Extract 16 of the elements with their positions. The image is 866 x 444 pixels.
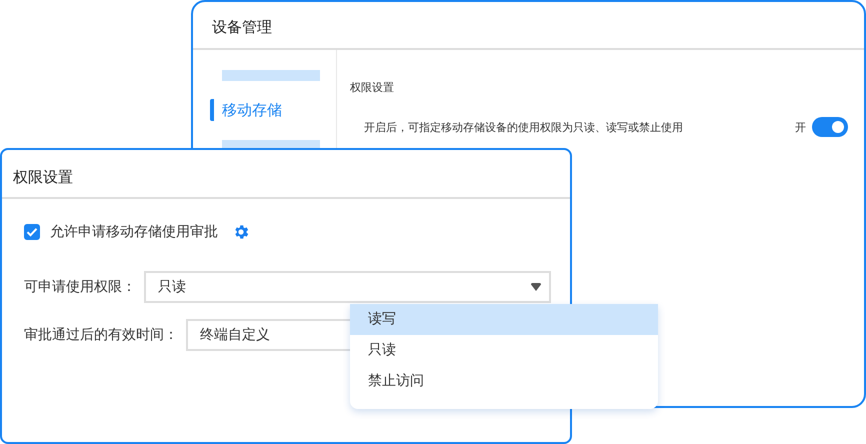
checkbox[interactable]: [24, 224, 40, 240]
checkbox-label: 允许申请移动存储使用审批: [50, 223, 218, 241]
caret-icon: [531, 283, 541, 291]
sidebar-item[interactable]: 移动存储: [210, 99, 282, 121]
toggle-switch[interactable]: [812, 117, 848, 137]
select-field[interactable]: 只读: [144, 271, 551, 303]
setting-description: 开启后，可指定移动存储设备的使用权限为只读、读写或禁止使用: [364, 120, 684, 134]
window-title: 权限设置: [2, 150, 570, 199]
field-label: 审批通过后的有效时间：: [24, 326, 178, 344]
window-title: 设备管理: [193, 2, 864, 50]
field-label: 可申请使用权限：: [24, 278, 136, 296]
dropdown-option[interactable]: 读写: [350, 304, 658, 335]
section-title: 权限设置: [350, 80, 395, 95]
toggle-label: 开: [795, 120, 806, 134]
dropdown-option[interactable]: 只读: [350, 335, 658, 366]
dropdown-option[interactable]: 禁止访问: [350, 366, 658, 397]
